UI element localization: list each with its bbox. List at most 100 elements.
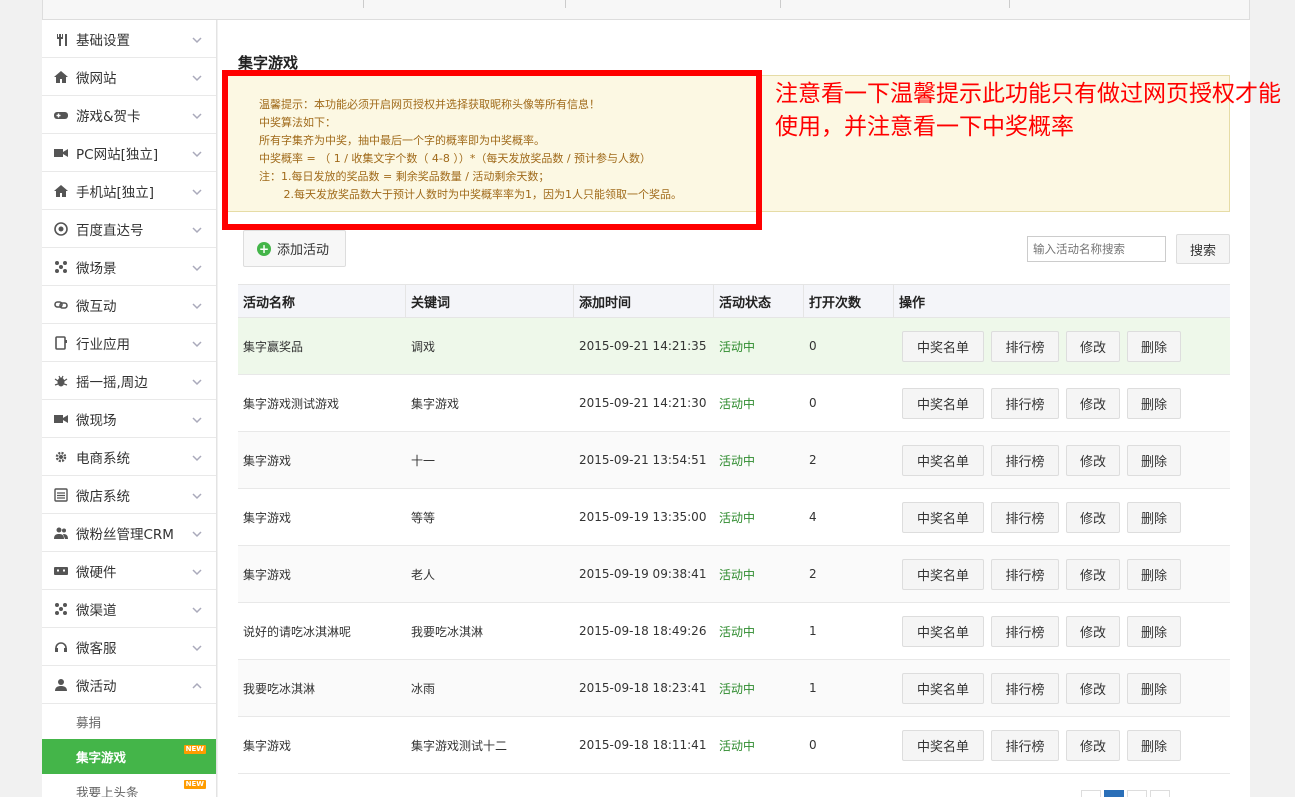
edit-button[interactable]: 修改	[1066, 444, 1120, 476]
sidebar-item[interactable]: 手机站[独立]	[42, 172, 216, 210]
chevron-down-icon	[192, 109, 202, 120]
edit-button[interactable]: 修改	[1066, 672, 1120, 704]
edit-button[interactable]: 修改	[1066, 615, 1120, 647]
page-button[interactable]	[1150, 790, 1170, 797]
chevron-down-icon	[192, 261, 202, 272]
sidebar-item-label: 微活动	[76, 678, 117, 695]
sidebar-item-label: 基础设置	[76, 32, 130, 49]
winners-list-button[interactable]: 中奖名单	[902, 387, 984, 419]
sidebar-item[interactable]: 摇一摇,周边	[42, 362, 216, 400]
sidebar-item[interactable]: 微店系统	[42, 476, 216, 514]
leaderboard-button[interactable]: 排行榜	[991, 501, 1059, 533]
leaderboard-button[interactable]: 排行榜	[991, 330, 1059, 362]
table-row: 集字游戏 集字游戏测试十二 2015-09-18 18:11:41 活动中 0 中奖名单排…	[238, 717, 1230, 774]
home-icon	[52, 68, 70, 86]
sidebar-item-label: 手机站[独立]	[76, 184, 155, 201]
winners-list-button[interactable]: 中奖名单	[902, 558, 984, 590]
video-camera-icon	[52, 144, 70, 162]
delete-button[interactable]: 删除	[1127, 729, 1181, 761]
edit-button[interactable]: 修改	[1066, 330, 1120, 362]
winners-list-button[interactable]: 中奖名单	[902, 615, 984, 647]
winners-list-button[interactable]: 中奖名单	[902, 330, 984, 362]
winners-list-button[interactable]: 中奖名单	[902, 729, 984, 761]
status-cell: 活动中	[719, 453, 756, 468]
delete-button[interactable]: 删除	[1127, 387, 1181, 419]
sidebar-item[interactable]: 微客服	[42, 628, 216, 666]
search-input[interactable]	[1027, 236, 1166, 262]
chevron-down-icon	[192, 185, 202, 196]
add-activity-button[interactable]: + 添加活动	[243, 230, 346, 267]
sidebar-item[interactable]: 行业应用	[42, 324, 216, 362]
chevron-down-icon	[192, 489, 202, 500]
sidebar-item[interactable]: 微互动	[42, 286, 216, 324]
tip-line: 所有字集齐为中奖，抽中最后一个字的概率即为中奖概率。	[259, 134, 545, 147]
sidebar-item[interactable]: 微网站	[42, 58, 216, 96]
sidebar-item[interactable]: 微活动	[42, 666, 216, 704]
edit-button[interactable]: 修改	[1066, 729, 1120, 761]
added-time-cell: 2015-09-18 18:23:41	[579, 681, 707, 695]
status-cell: 活动中	[719, 681, 756, 696]
activity-name-cell: 集字游戏	[243, 738, 292, 753]
table-row: 集字游戏 老人 2015-09-19 09:38:41 活动中 2 中奖名单 排行榜 修改 删除	[238, 546, 1230, 603]
sidebar-item[interactable]: 基础设置	[42, 20, 216, 58]
sidebar-item[interactable]: 微粉丝管理CRM	[42, 514, 216, 552]
delete-button[interactable]: 删除	[1127, 672, 1181, 704]
search-button[interactable]: 搜索	[1176, 234, 1230, 264]
winners-list-button[interactable]: 中奖名单	[902, 501, 984, 533]
sidebar-item[interactable]: 百度直达号	[42, 210, 216, 248]
tab-divider	[363, 0, 364, 8]
leaderboard-button[interactable]: 排行榜	[991, 615, 1059, 647]
sidebar-subitem[interactable]: 我要上头条 NEW	[42, 774, 216, 797]
home-icon	[52, 182, 70, 200]
delete-button[interactable]: 删除	[1127, 330, 1181, 362]
table-row: 集字游戏 十一 2015-09-21 13:54:51 活动中 2 中奖名单 排行榜 修改 删除	[238, 432, 1230, 489]
column-header: 活动名称	[238, 285, 406, 317]
leaderboard-button[interactable]: 排行榜	[991, 387, 1059, 419]
keyword-cell: 老人	[411, 567, 436, 582]
page-button[interactable]	[1127, 790, 1147, 797]
activity-name-cell: 集字赢奖品	[243, 339, 304, 354]
table-row: 集字游戏 等等 2015-09-19 13:35:00 活动中 4 中奖名单 排行榜 修改 删除	[238, 489, 1230, 546]
sidebar-item[interactable]: PC网站[独立]	[42, 134, 216, 172]
sidebar-item-label: 微场景	[76, 260, 117, 277]
keyword-cell: 调戏	[411, 339, 436, 354]
sidebar-item[interactable]: 微场景	[42, 248, 216, 286]
grid-icon	[52, 258, 70, 276]
sidebar-item[interactable]: 微渠道	[42, 590, 216, 628]
sidebar-item[interactable]: 微硬件	[42, 552, 216, 590]
edit-button[interactable]: 修改	[1066, 501, 1120, 533]
tools-icon	[52, 30, 70, 48]
winners-list-button[interactable]: 中奖名单	[902, 672, 984, 704]
chevron-down-icon	[192, 299, 202, 310]
edit-button[interactable]: 修改	[1066, 387, 1120, 419]
sidebar-item-label: 游戏&贺卡	[76, 108, 141, 125]
sidebar-item[interactable]: 电商系统	[42, 438, 216, 476]
tablet-icon	[52, 334, 70, 352]
target-icon	[52, 220, 70, 238]
sidebar-item[interactable]: 微现场	[42, 400, 216, 438]
column-header: 操作	[899, 295, 926, 311]
sidebar-subitem[interactable]: 集字游戏 NEW	[42, 739, 216, 774]
activity-table: 活动名称 关键词 添加时间 活动状态 打开次数 操作 集字赢奖品 调戏 2015-0…	[238, 284, 1230, 774]
leaderboard-button[interactable]: 排行榜	[991, 444, 1059, 476]
leaderboard-button[interactable]: 排行榜	[991, 729, 1059, 761]
leaderboard-button[interactable]: 排行榜	[991, 558, 1059, 590]
page-button-current[interactable]	[1104, 790, 1124, 797]
winners-list-button[interactable]: 中奖名单	[902, 444, 984, 476]
delete-button[interactable]: 删除	[1127, 558, 1181, 590]
open-count-cell: 4	[809, 510, 817, 524]
delete-button[interactable]: 删除	[1127, 444, 1181, 476]
activity-name-cell: 我要吃冰淇淋	[243, 681, 316, 696]
edit-button[interactable]: 修改	[1066, 558, 1120, 590]
sidebar-subitem-label: 集字游戏	[76, 750, 127, 765]
page-button[interactable]	[1081, 790, 1101, 797]
delete-button[interactable]: 删除	[1127, 615, 1181, 647]
sidebar-subitem[interactable]: 募捐	[42, 704, 216, 739]
video-camera-icon	[52, 410, 70, 428]
sidebar-item-label: PC网站[独立]	[76, 146, 159, 163]
sidebar-item[interactable]: 游戏&贺卡	[42, 96, 216, 134]
sidebar-item-label: 微粉丝管理CRM	[76, 526, 174, 543]
users-icon	[52, 524, 70, 542]
leaderboard-button[interactable]: 排行榜	[991, 672, 1059, 704]
delete-button[interactable]: 删除	[1127, 501, 1181, 533]
